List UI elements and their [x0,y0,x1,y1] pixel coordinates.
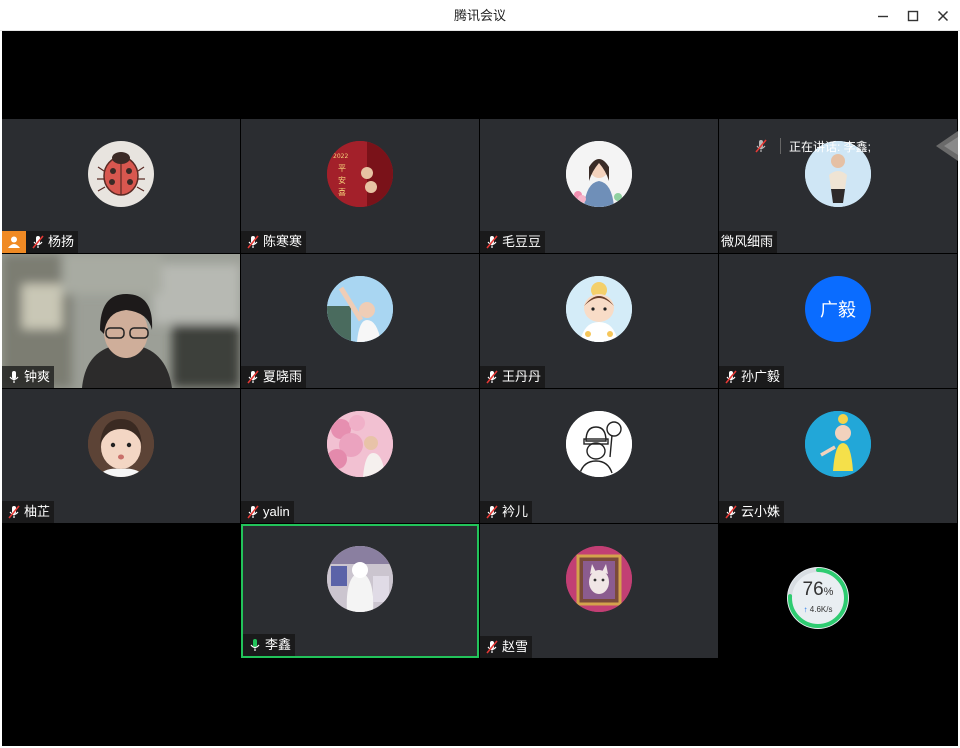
participant-tile[interactable]: 杨扬 [2,119,240,253]
participant-tile[interactable]: 夏晓雨 [241,254,479,388]
cartoon-bun-girl-avatar [566,276,632,342]
mic-speaking-icon [245,634,265,656]
participant-name: 王丹丹 [502,369,542,384]
upload-arrow-icon: ↑ [803,605,808,614]
network-percent-sign: % [823,586,834,598]
participant-name: 杨扬 [48,234,75,249]
cartoon-girl-avatar [566,141,632,207]
participant-name: 陈寒寒 [263,234,303,249]
participant-tile[interactable]: yalin [241,389,479,523]
mic-muted-icon [721,366,741,388]
title-bar: 腾讯会议 [0,0,960,31]
mic-on-icon [4,366,24,388]
participant-name: 李鑫 [265,637,292,652]
speaking-indicator: 正在讲话: 李鑫; [754,135,871,157]
host-icon [2,231,26,253]
mic-muted-icon [721,501,741,523]
mic-muted-icon [28,231,48,253]
collapse-panel-handle-icon[interactable] [936,131,958,161]
mic-muted-icon [482,636,502,658]
text-avatar: 广毅 [805,276,871,342]
close-button[interactable] [928,0,958,31]
divider [780,138,781,154]
mic-muted-icon [243,366,263,388]
minimize-icon [878,15,888,17]
child-photo-avatar [88,411,154,477]
participant-tile[interactable]: 衿儿 [480,389,718,523]
cat-painting-avatar [566,546,632,612]
participant-tile[interactable]: 柚芷 [2,389,240,523]
mic-muted-icon [243,231,263,253]
participant-name: 钟爽 [24,369,51,384]
participant-name: 毛豆豆 [502,234,542,249]
participant-tile[interactable]: 赵雪 [480,524,718,658]
child-yellow-dress-avatar [805,411,871,477]
mic-muted-icon [4,501,24,523]
participant-name: 夏晓雨 [263,369,303,384]
white-costume-avatar [327,546,393,612]
ladybug-drawing-avatar [88,141,154,207]
participant-name: 赵雪 [502,639,529,654]
mic-muted-icon [482,501,502,523]
participant-tile[interactable]: 王丹丹 [480,254,718,388]
network-speed: 4.6K/s [809,605,833,614]
minimize-button[interactable] [868,0,898,31]
participant-tile[interactable]: 云小姝 [719,389,957,523]
svg-text:喜: 喜 [338,187,346,197]
mic-slash-icon [754,139,780,153]
mic-muted-icon [482,366,502,388]
selfie-photo-avatar [327,276,393,342]
participant-name: 柚芷 [24,504,51,519]
participant-name: yalin [263,504,290,519]
network-percent: 76 [802,579,824,600]
participant-tile[interactable]: 2022 平 安 喜 陈寒寒 [241,119,479,253]
participant-name: 孙广毅 [741,369,781,384]
participant-name: 云小姝 [741,504,781,519]
avatar-initials: 广毅 [820,300,856,320]
svg-text:平: 平 [338,164,346,173]
participant-name: 衿儿 [502,504,529,519]
network-status-widget[interactable]: 76% ↑ 4.6K/s [785,565,851,631]
red-new-year-avatar: 2022 平 安 喜 [327,141,393,207]
maximize-button[interactable] [898,0,928,31]
participant-tile[interactable]: 广毅 孙广毅 [719,254,957,388]
participant-name: 微风细雨 [721,234,774,249]
maximize-icon [907,10,919,21]
svg-text:2022: 2022 [333,153,348,160]
mic-muted-icon [243,501,263,523]
speaking-label: 正在讲话: 李鑫; [789,139,872,154]
participant-tile-active-speaker[interactable]: 李鑫 [241,524,479,658]
svg-text:安: 安 [338,175,346,185]
video-gallery: 杨扬 2022 平 安 喜 陈寒寒 毛豆豆 微风细雨 钟爽 夏晓雨 王丹丹 广毅… [2,31,958,746]
participant-tile[interactable]: 毛豆豆 [480,119,718,253]
line-drawing-avatar [566,411,632,477]
cherry-blossom-avatar [327,411,393,477]
participant-tile[interactable]: 钟爽 [2,254,240,388]
window-title: 腾讯会议 [453,8,506,23]
mic-muted-icon [482,231,502,253]
close-icon [937,10,949,21]
